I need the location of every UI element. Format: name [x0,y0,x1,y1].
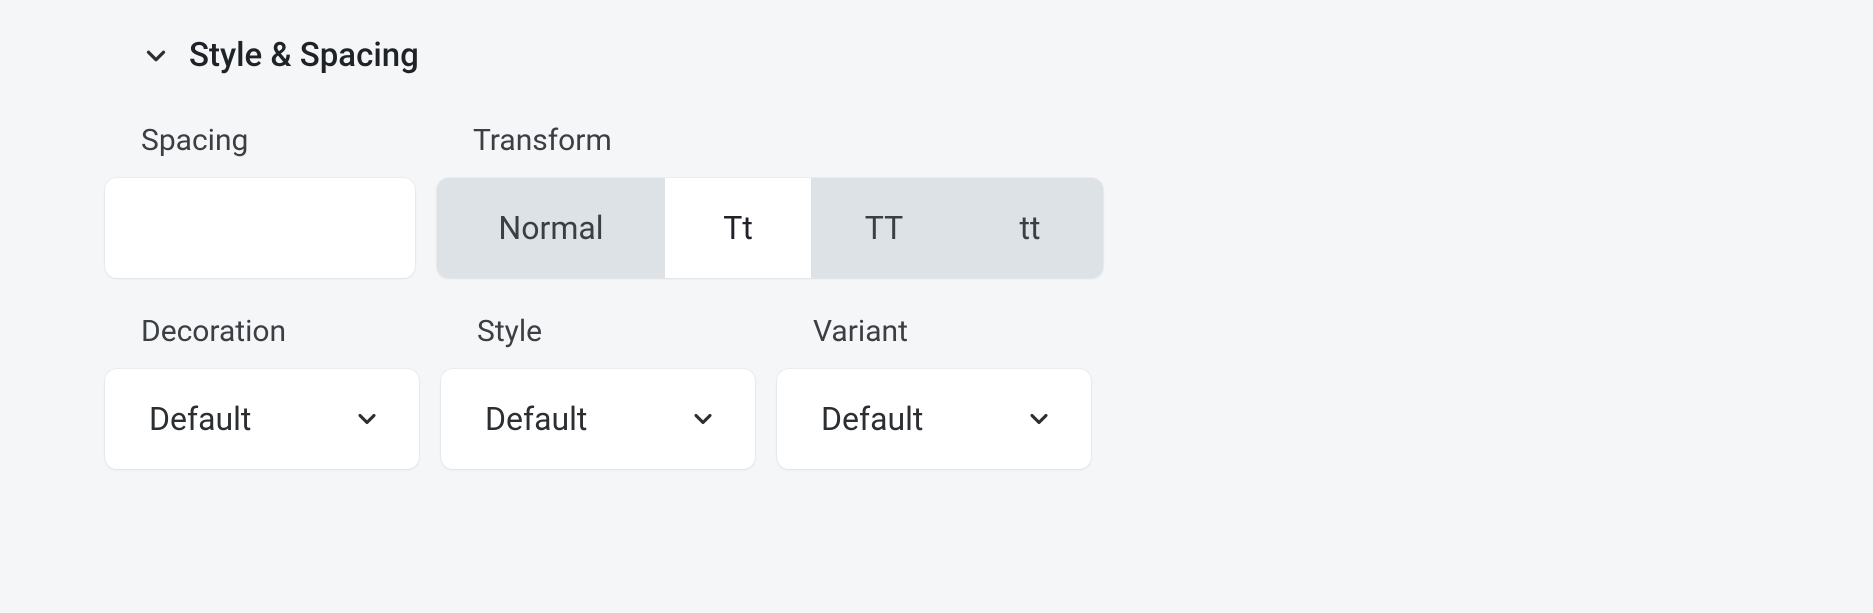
style-group: Style Default [441,314,755,469]
variant-value: Default [821,400,923,438]
transform-label: Transform [473,123,1103,158]
style-value: Default [485,400,587,438]
chevron-down-icon [141,41,171,71]
decoration-select[interactable]: Default [105,369,419,469]
transform-option-lowercase[interactable]: tt [957,178,1103,278]
style-label: Style [477,314,755,349]
transform-option-capitalize[interactable]: Tt [665,178,811,278]
variant-group: Variant Default [777,314,1091,469]
decoration-label: Decoration [141,314,419,349]
spacing-group: Spacing px [105,123,415,278]
variant-select[interactable]: Default [777,369,1091,469]
chevron-down-icon [689,405,717,433]
section-toggle[interactable]: Style & Spacing [141,36,1873,75]
decoration-value: Default [149,400,251,438]
chevron-down-icon [1025,405,1053,433]
chevron-down-icon [353,405,381,433]
style-select[interactable]: Default [441,369,755,469]
spacing-input[interactable] [105,178,415,278]
transform-option-uppercase[interactable]: TT [811,178,957,278]
transform-segmented: Normal Tt TT tt [437,178,1103,278]
transform-option-normal[interactable]: Normal [437,178,665,278]
transform-group: Transform Normal Tt TT tt [437,123,1103,278]
spacing-control: px [105,178,415,278]
variant-label: Variant [813,314,1091,349]
section-title: Style & Spacing [189,36,419,75]
spacing-label: Spacing [141,123,415,158]
decoration-group: Decoration Default [105,314,419,469]
